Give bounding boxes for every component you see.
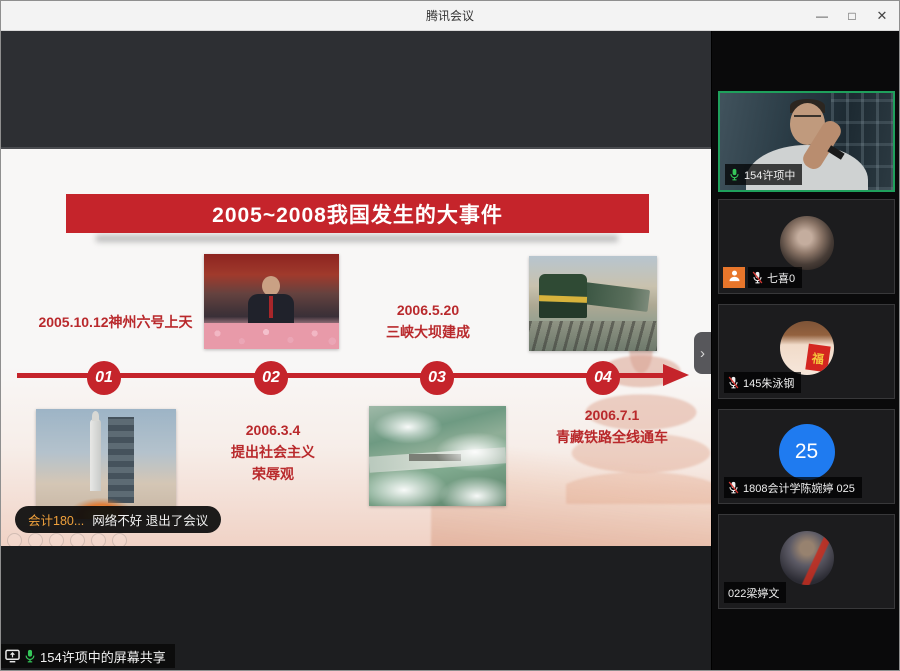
tencent-meeting-window: 腾讯会议 — □ ✕ 2005~2008我国发生的大事件 01 02 03 04 [0, 0, 900, 671]
window-title: 腾讯会议 [426, 7, 474, 24]
avatar [780, 531, 834, 585]
mic-muted-icon [752, 271, 763, 284]
participant-tile[interactable]: 七喜0 [718, 199, 895, 294]
image-rocket-launch [36, 409, 176, 519]
participant-label: 145朱泳钢 [724, 372, 801, 393]
avatar [780, 216, 834, 270]
participant-name: 022梁婷文 [728, 585, 779, 601]
participant-label: 022梁婷文 [724, 582, 786, 603]
event-text-qingzang: 2006.7.1 青藏铁路全线通车 [522, 404, 702, 448]
participant-tile[interactable]: 福 145朱泳钢 [718, 304, 895, 399]
slideshow-control-dot [28, 533, 43, 546]
close-button[interactable]: ✕ [867, 1, 897, 31]
person-icon [728, 269, 741, 287]
close-icon: ✕ [877, 8, 888, 23]
window-controls: — □ ✕ [807, 1, 897, 31]
node-number: 02 [262, 369, 280, 387]
toast-participant-name: 会计180... [28, 510, 84, 529]
timeline-node-04: 04 [586, 361, 620, 395]
cloud [435, 432, 506, 472]
screen-share-icon [5, 649, 20, 663]
participants-sidebar: 154许项中 七喜0 福 [711, 31, 900, 671]
slide-title-banner: 2005~2008我国发生的大事件 [66, 194, 649, 233]
slideshow-control-dot [7, 533, 22, 546]
share-banner-label: 154许项中的屏幕共享 [40, 647, 166, 666]
toast-notification: 会计180... 网络不好 退出了会议 [15, 506, 221, 533]
participant-name: 154许项中 [744, 167, 795, 183]
train-tracks [529, 321, 657, 351]
mic-muted-icon [728, 481, 739, 494]
chevron-right-icon: › [700, 346, 705, 361]
slideshow-control-dot [70, 533, 85, 546]
participant-tile[interactable]: 022梁婷文 [718, 514, 895, 609]
participant-tile-video[interactable]: 154许项中 [718, 91, 895, 192]
avatar: 福 [780, 321, 834, 375]
participant-name: 1808会计学陈婉婷 025 [743, 480, 855, 496]
timeline-node-03: 03 [420, 361, 454, 395]
cloud [373, 410, 443, 444]
participant-label: 1808会计学陈婉婷 025 [724, 477, 862, 498]
titlebar: 腾讯会议 — □ ✕ [1, 1, 899, 31]
mic-muted-icon [728, 376, 739, 389]
maximize-button[interactable]: □ [837, 1, 867, 31]
slideshow-control-dot [49, 533, 64, 546]
sidebar-collapse-handle[interactable]: › [694, 332, 711, 374]
slide-title: 2005~2008我国发生的大事件 [212, 199, 503, 229]
participant-name: 145朱泳钢 [743, 375, 794, 391]
event-text-rongruguan: 2006.3.4 提出社会主义 荣辱观 [203, 419, 343, 485]
screen-share-banner: 154许项中的屏幕共享 [1, 644, 175, 668]
cloud [439, 476, 506, 506]
participant-label: 七喜0 [748, 267, 802, 288]
cloud [369, 468, 449, 506]
rocket-tip [92, 411, 99, 421]
hand-raised-badge [723, 267, 745, 288]
event-text-shenzhou6: 2005.10.12神州六号上天 [23, 311, 208, 333]
maximize-icon: □ [848, 9, 855, 23]
train-cars [582, 282, 650, 312]
fu-card: 福 [805, 344, 830, 373]
timeline-node-01: 01 [87, 361, 121, 395]
participant-tile[interactable]: 25 1808会计学陈婉婷 025 [718, 409, 895, 504]
timeline-node-02: 02 [254, 361, 288, 395]
image-three-gorges-dam [369, 406, 506, 506]
video-person-glasses [794, 115, 821, 122]
mic-on-icon [24, 649, 36, 663]
participant-label: 154许项中 [725, 164, 802, 185]
rocket-body [90, 419, 101, 491]
node-number: 03 [428, 369, 446, 387]
event-text-sanxia: 2006.5.20 三峡大坝建成 [353, 299, 503, 343]
slideshow-control-dot [91, 533, 106, 546]
screen-share-area: 2005~2008我国发生的大事件 01 02 03 04 2005.10.12… [1, 31, 711, 671]
node-number: 01 [95, 369, 113, 387]
speech-flowers [204, 323, 339, 349]
image-qinghai-tibet-train [529, 256, 657, 351]
banner-shadow [96, 235, 618, 242]
participant-name: 七喜0 [767, 270, 795, 286]
toast-message: 网络不好 退出了会议 [92, 510, 208, 529]
slideshow-control-dot [112, 533, 127, 546]
share-top-band [1, 31, 711, 149]
speech-face [262, 276, 280, 296]
timeline-arrow [663, 364, 689, 386]
node-number: 04 [594, 369, 612, 387]
mic-on-icon [729, 168, 740, 181]
minimize-icon: — [816, 9, 828, 23]
minimize-button[interactable]: — [807, 1, 837, 31]
speech-tie [269, 296, 273, 318]
shared-slide: 2005~2008我国发生的大事件 01 02 03 04 2005.10.12… [1, 149, 711, 546]
avatar-initial: 25 [779, 424, 835, 480]
slideshow-controls [7, 533, 127, 546]
image-leader-speech [204, 254, 339, 349]
